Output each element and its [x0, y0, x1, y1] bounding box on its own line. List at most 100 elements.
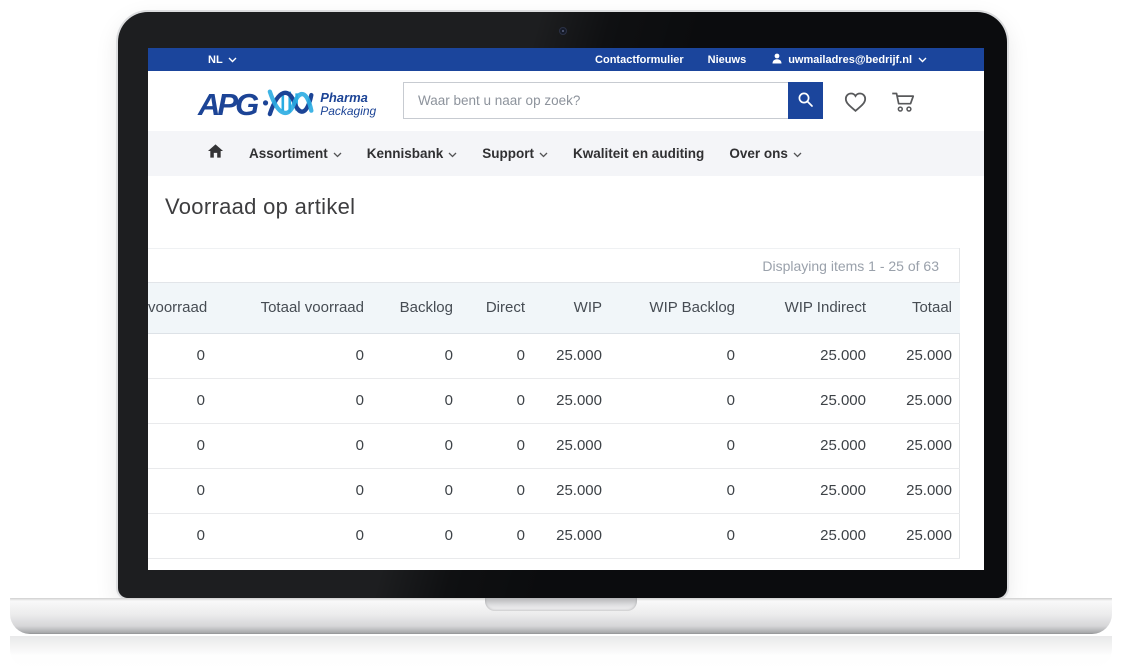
cell: 0	[148, 468, 213, 513]
col-header-totaal: Totaal	[874, 283, 960, 333]
logo-tagline-line2: Packaging	[320, 105, 376, 118]
cell: 0	[213, 378, 372, 423]
table-row: 0 0 0 0 25.000 0 25.000 25.000	[148, 378, 960, 423]
search-button[interactable]	[788, 82, 823, 119]
dna-helix-icon	[262, 83, 314, 126]
pagination-status: Displaying items 1 - 25 of 63	[762, 258, 939, 274]
cell: 25.000	[743, 468, 874, 513]
cell: 0	[610, 513, 743, 558]
col-header-totaal-voorraad: Totaal voorraad	[213, 283, 372, 333]
site-logo[interactable]: APG Pharma Packaging	[198, 83, 376, 126]
nav-item-label: Over ons	[729, 146, 788, 161]
cell: 25.000	[533, 468, 610, 513]
table-row: 0 0 0 0 25.000 0 25.000 25.000	[148, 333, 960, 378]
cell: 25.000	[874, 423, 960, 468]
cell: 0	[461, 333, 533, 378]
col-header-backlog: Backlog	[372, 283, 461, 333]
cart-icon	[889, 101, 917, 118]
cell: 0	[610, 378, 743, 423]
cell: 0	[148, 333, 213, 378]
table-header-row: voorraad Totaal voorraad Backlog Direct …	[148, 283, 960, 333]
webcam-icon	[559, 27, 567, 35]
account-menu[interactable]: uwmailadres@bedrijf.nl	[772, 53, 927, 67]
cell: 25.000	[874, 513, 960, 558]
cell: 0	[610, 333, 743, 378]
cell: 0	[372, 513, 461, 558]
cell: 25.000	[743, 513, 874, 558]
col-header-wip: WIP	[533, 283, 610, 333]
nav-item-label: Kennisbank	[367, 146, 444, 161]
stock-table-panel: Displaying items 1 - 25 of 63 voorraad T…	[148, 248, 960, 559]
laptop-reflection	[10, 636, 1112, 669]
link-nieuws[interactable]: Nieuws	[708, 54, 747, 66]
cell: 0	[610, 423, 743, 468]
chevron-down-icon	[539, 152, 548, 158]
chevron-down-icon	[793, 152, 802, 158]
cell: 25.000	[874, 333, 960, 378]
cell: 0	[213, 423, 372, 468]
cell: 25.000	[874, 468, 960, 513]
chevron-down-icon	[918, 57, 927, 63]
site-header: APG Pharma Packaging	[148, 71, 984, 131]
nav-item-assortiment[interactable]: Assortiment	[243, 142, 348, 165]
table-row: 0 0 0 0 25.000 0 25.000 25.000	[148, 513, 960, 558]
cell: 0	[148, 423, 213, 468]
logo-acronym: APG	[198, 89, 256, 120]
cell: 0	[213, 468, 372, 513]
cell: 0	[372, 378, 461, 423]
col-header-wip-indirect: WIP Indirect	[743, 283, 874, 333]
nav-item-kwaliteit-en-auditing[interactable]: Kwaliteit en auditing	[567, 142, 710, 165]
nav-item-label: Kwaliteit en auditing	[573, 146, 704, 161]
language-label: NL	[208, 54, 223, 66]
language-selector[interactable]: NL	[208, 54, 237, 66]
nav-item-kennisbank[interactable]: Kennisbank	[361, 142, 464, 165]
nav-item-support[interactable]: Support	[476, 142, 554, 165]
page-title: Voorraad op artikel	[165, 194, 355, 220]
cell: 0	[461, 378, 533, 423]
cell: 25.000	[874, 378, 960, 423]
page-content: Voorraad op artikel Displaying items 1 -…	[148, 176, 984, 570]
logo-tagline: Pharma Packaging	[320, 91, 376, 117]
cell: 0	[372, 333, 461, 378]
cell: 25.000	[743, 378, 874, 423]
wishlist-button[interactable]	[842, 88, 869, 118]
cell: 0	[372, 423, 461, 468]
home-button[interactable]	[207, 143, 224, 164]
home-icon	[207, 143, 224, 164]
search-input[interactable]	[403, 82, 788, 119]
chevron-down-icon	[448, 152, 457, 158]
utility-topbar: NL Contactformulier Nieuws uwmailadres@b…	[148, 48, 984, 71]
table-row: 0 0 0 0 25.000 0 25.000 25.000	[148, 468, 960, 513]
cell: 0	[461, 513, 533, 558]
main-nav: Assortiment Kennisbank Support Kwaliteit…	[148, 131, 984, 176]
cell: 0	[148, 378, 213, 423]
nav-item-over-ons[interactable]: Over ons	[723, 142, 808, 165]
cell: 25.000	[533, 423, 610, 468]
laptop-mockup: NL Contactformulier Nieuws uwmailadres@b…	[0, 0, 1122, 669]
cart-button[interactable]	[889, 88, 917, 119]
laptop-base	[10, 598, 1112, 634]
stock-table: voorraad Totaal voorraad Backlog Direct …	[148, 283, 960, 559]
heart-icon	[842, 100, 869, 117]
cell: 25.000	[743, 423, 874, 468]
cell: 0	[213, 513, 372, 558]
cell: 25.000	[533, 333, 610, 378]
col-header-wip-backlog: WIP Backlog	[610, 283, 743, 333]
link-contactformulier[interactable]: Contactformulier	[595, 54, 684, 66]
col-header-direct: Direct	[461, 283, 533, 333]
cell: 0	[610, 468, 743, 513]
cell: 25.000	[533, 378, 610, 423]
account-email: uwmailadres@bedrijf.nl	[788, 54, 912, 66]
cell: 25.000	[743, 333, 874, 378]
search-icon	[797, 91, 814, 111]
pagination-bar: Displaying items 1 - 25 of 63	[148, 248, 959, 283]
cell: 0	[372, 468, 461, 513]
nav-item-label: Support	[482, 146, 534, 161]
cell: 0	[148, 513, 213, 558]
chevron-down-icon	[333, 152, 342, 158]
cell: 0	[461, 468, 533, 513]
col-header-voorraad: voorraad	[148, 283, 213, 333]
logo-tagline-line1: Pharma	[320, 91, 376, 105]
nav-item-label: Assortiment	[249, 146, 328, 161]
cell: 0	[461, 423, 533, 468]
